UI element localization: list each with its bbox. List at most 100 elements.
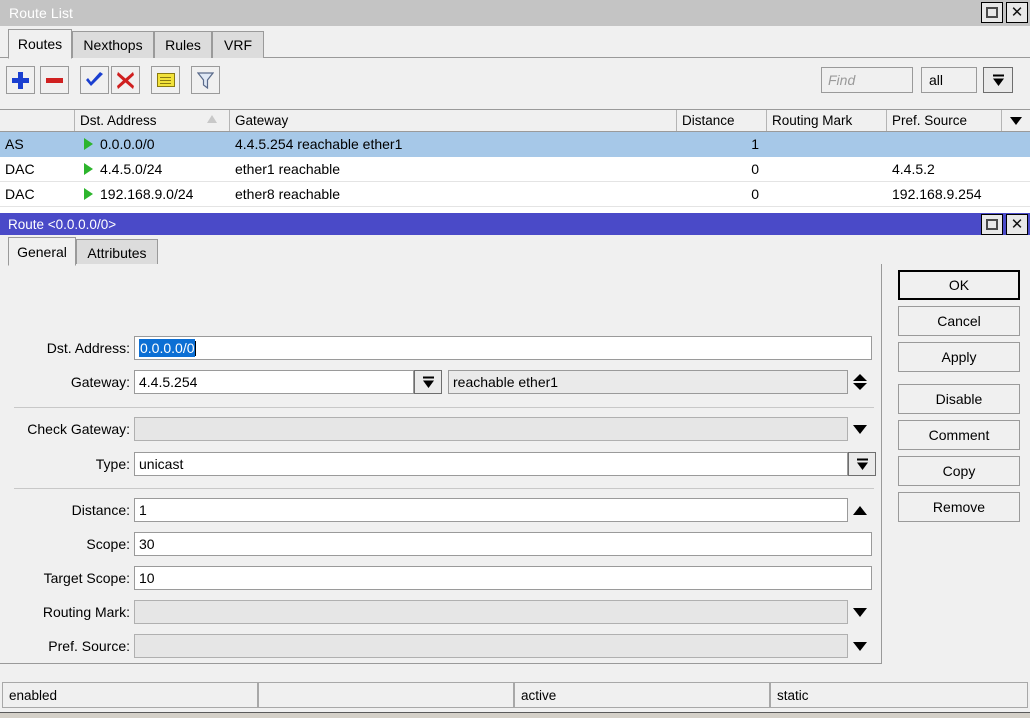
tab-attributes[interactable]: Attributes	[76, 239, 158, 265]
disable-button[interactable]	[111, 66, 140, 94]
filter-button[interactable]	[191, 66, 220, 94]
disable-button-label: Disable	[936, 391, 983, 407]
scope-input[interactable]: 30	[134, 532, 872, 556]
field-row-distance: Distance: 1	[0, 498, 882, 522]
gateway-dropdown-button[interactable]	[414, 370, 442, 394]
column-chooser-button[interactable]	[1001, 110, 1030, 131]
cancel-button[interactable]: Cancel	[898, 306, 1020, 336]
table-row[interactable]: DAC 4.4.5.0/24 ether1 reachable 0 4.4.5.…	[0, 157, 1030, 182]
chevron-down-icon	[853, 642, 867, 651]
table-row[interactable]: AS 0.0.0.0/0 4.4.5.254 reachable ether1 …	[0, 132, 1030, 157]
filter-scope-value[interactable]: all	[921, 67, 977, 93]
gateway-input[interactable]: 4.4.5.254	[134, 370, 414, 394]
toolbar: Find all	[0, 58, 1030, 109]
column-header-flags[interactable]	[0, 110, 75, 131]
pref-source-label: Pref. Source:	[0, 634, 130, 658]
add-button[interactable]	[6, 66, 35, 94]
cell-routing-mark	[767, 182, 887, 206]
route-dialog-controls: ✕	[981, 214, 1028, 235]
field-row-gateway: Gateway: 4.4.5.254 reachable ether1	[0, 370, 882, 394]
window-titlebar: Route List ✕	[0, 0, 1030, 26]
restore-window-button[interactable]	[981, 2, 1003, 23]
distance-stepper-up-button[interactable]	[848, 498, 872, 522]
pref-source-dropdown-button[interactable]	[848, 634, 872, 658]
type-input[interactable]: unicast	[134, 452, 848, 476]
restore-icon	[986, 7, 998, 18]
cell-distance: 1	[677, 132, 767, 156]
check-gateway-input[interactable]	[134, 417, 848, 441]
column-header-routing-mark-label: Routing Mark	[772, 113, 852, 128]
comment-button[interactable]	[151, 66, 180, 94]
remove-button[interactable]: Remove	[898, 492, 1020, 522]
tab-routes[interactable]: Routes	[8, 29, 72, 59]
close-dialog-button[interactable]: ✕	[1006, 214, 1028, 235]
remove-button[interactable]	[40, 66, 69, 94]
gateway-reorder-button[interactable]	[848, 370, 872, 394]
main-tabbar: Routes Nexthops Rules VRF	[0, 26, 1030, 58]
apply-button[interactable]: Apply	[898, 342, 1020, 372]
comment-route-button[interactable]: Comment	[898, 420, 1020, 450]
cell-dst-address: 192.168.9.0/24	[75, 182, 230, 206]
type-value: unicast	[139, 456, 183, 472]
tab-rules[interactable]: Rules	[154, 31, 212, 58]
routing-mark-input[interactable]	[134, 600, 848, 624]
status-panel-static: static	[770, 682, 1028, 708]
scope-label: Scope:	[0, 532, 130, 556]
window-title: Route List	[0, 5, 73, 21]
form-divider	[14, 407, 874, 408]
close-window-button[interactable]: ✕	[1006, 2, 1028, 23]
cell-flags: DAC	[0, 182, 75, 206]
tab-vrf-label: VRF	[224, 37, 252, 53]
ok-button[interactable]: OK	[898, 270, 1020, 300]
pref-source-input[interactable]	[134, 634, 848, 658]
enable-button[interactable]	[80, 66, 109, 94]
check-gateway-dropdown-button[interactable]	[848, 417, 872, 441]
dialog-button-column: OK Cancel Apply Disable Comment Copy Rem…	[898, 270, 1020, 528]
route-form-panel: Dst. Address: 0.0.0.0/0 Gateway: 4.4.5.2…	[0, 264, 882, 664]
column-header-routing-mark[interactable]: Routing Mark	[767, 110, 887, 131]
tab-general-label: General	[17, 244, 67, 260]
copy-button[interactable]: Copy	[898, 456, 1020, 486]
type-dropdown-button[interactable]	[848, 452, 876, 476]
route-dialog: Route <0.0.0.0/0> ✕ General Attributes D	[0, 213, 1030, 678]
column-header-dst-address[interactable]: Dst. Address	[75, 110, 230, 131]
search-placeholder: Find	[828, 72, 855, 88]
routing-mark-dropdown-button[interactable]	[848, 600, 872, 624]
field-row-target-scope: Target Scope: 10	[0, 566, 882, 590]
column-header-distance[interactable]: Distance	[677, 110, 767, 131]
cell-routing-mark	[767, 132, 887, 156]
tab-nexthops[interactable]: Nexthops	[72, 31, 154, 58]
gateway-value: 4.4.5.254	[139, 374, 197, 390]
tab-general[interactable]: General	[8, 237, 76, 266]
route-active-triangle-icon	[84, 138, 93, 150]
field-row-type: Type: unicast	[0, 452, 882, 476]
cell-pref-source	[887, 132, 1002, 156]
dst-address-input[interactable]: 0.0.0.0/0	[134, 336, 872, 360]
copy-button-label: Copy	[943, 463, 976, 479]
comment-button-label: Comment	[929, 427, 990, 443]
filter-scope-dropdown-button[interactable]	[983, 67, 1013, 93]
column-header-gateway[interactable]: Gateway	[230, 110, 677, 131]
cell-dst-address-label: 0.0.0.0/0	[100, 136, 155, 152]
table-header-row: Dst. Address Gateway Distance Routing Ma…	[0, 110, 1030, 132]
search-input[interactable]: Find	[821, 67, 913, 93]
type-label: Type:	[0, 452, 130, 476]
disable-route-button[interactable]: Disable	[898, 384, 1020, 414]
tab-vrf[interactable]: VRF	[212, 31, 264, 58]
distance-input[interactable]: 1	[134, 498, 848, 522]
table-row[interactable]: DAC 192.168.9.0/24 ether8 reachable 0 19…	[0, 182, 1030, 207]
disable-icon	[117, 72, 134, 89]
restore-dialog-button[interactable]	[981, 214, 1003, 235]
target-scope-input[interactable]: 10	[134, 566, 872, 590]
chevron-down-icon	[855, 457, 870, 472]
column-header-pref-source[interactable]: Pref. Source	[887, 110, 1002, 131]
status-panel-enabled: enabled	[2, 682, 258, 708]
tab-routes-label: Routes	[18, 36, 62, 52]
routes-table: Dst. Address Gateway Distance Routing Ma…	[0, 109, 1030, 213]
close-icon: ✕	[1011, 5, 1024, 20]
route-active-triangle-icon	[84, 188, 93, 200]
gateway-status-value: reachable ether1	[453, 374, 558, 390]
chevron-down-icon	[421, 375, 436, 390]
column-header-gateway-label: Gateway	[235, 113, 288, 128]
field-row-check-gateway: Check Gateway:	[0, 417, 882, 441]
